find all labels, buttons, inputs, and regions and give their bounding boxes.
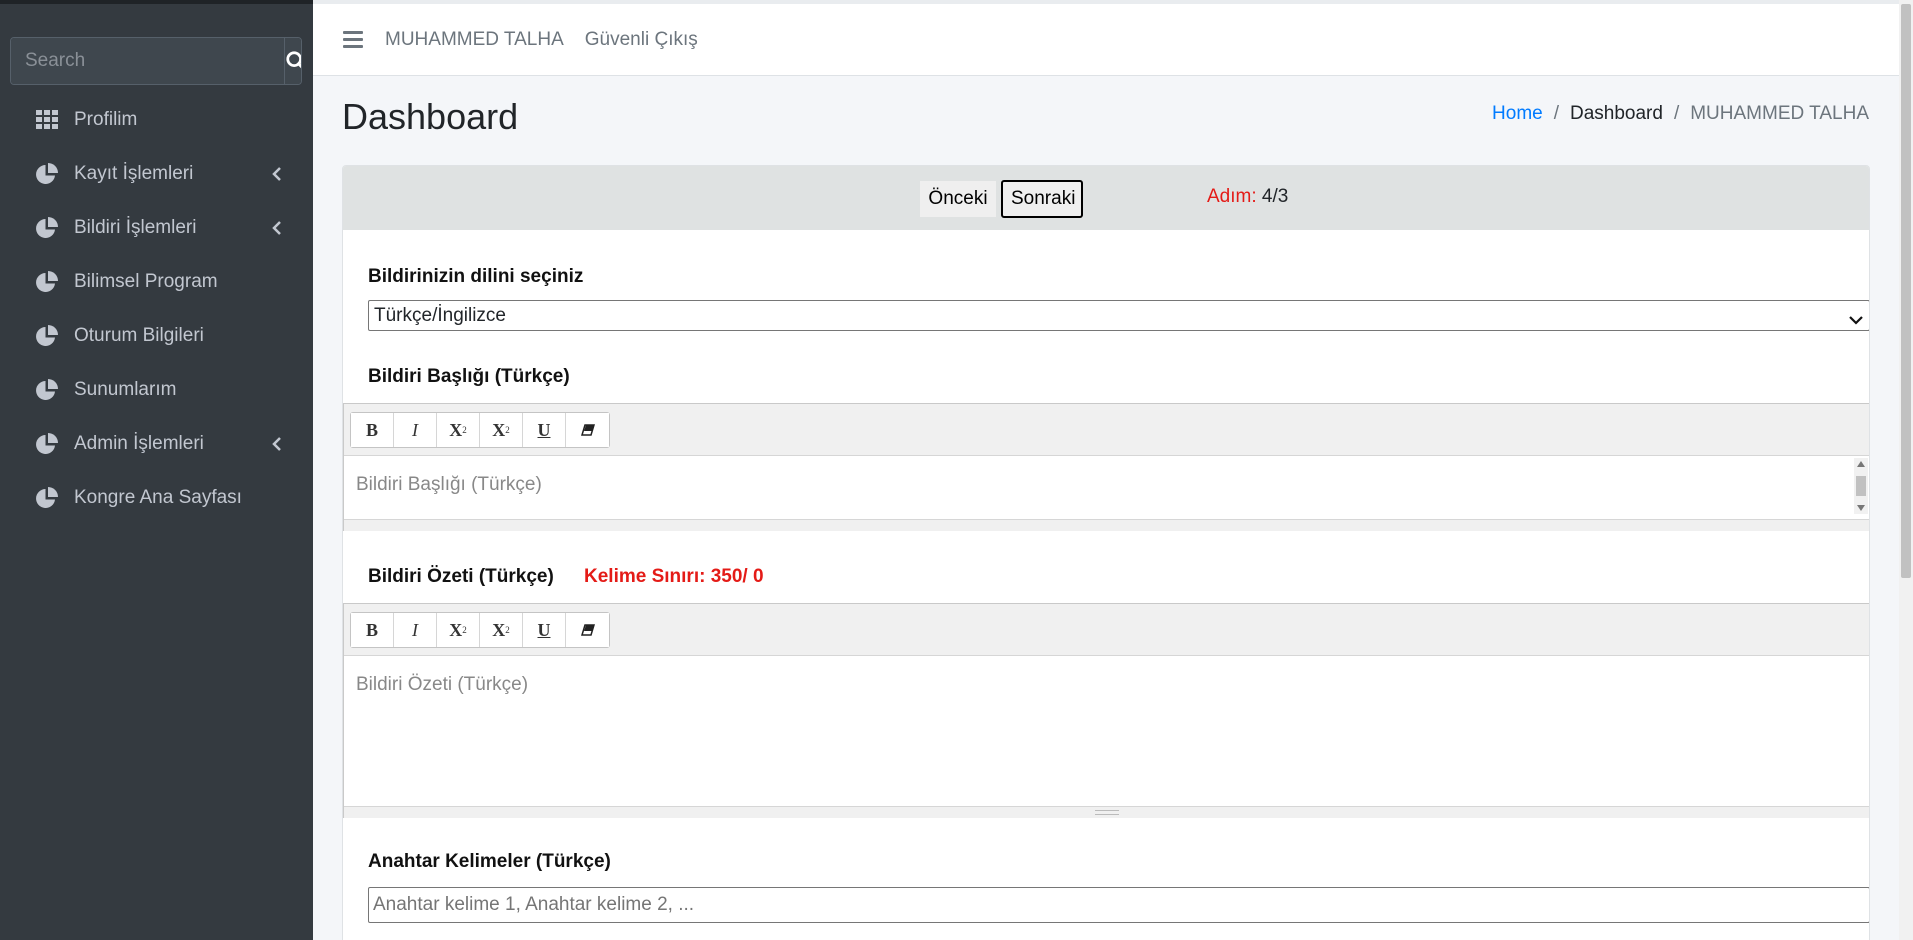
sidebar-search bbox=[10, 37, 302, 85]
underline-button[interactable]: U bbox=[523, 413, 566, 447]
step-value: 4/3 bbox=[1261, 186, 1289, 207]
breadcrumb-separator: / bbox=[1673, 103, 1680, 124]
clear-format-button[interactable] bbox=[566, 413, 609, 447]
editor-resize-bar[interactable] bbox=[344, 519, 1869, 531]
sidebar-item-kongre-ana-sayfasi[interactable]: Kongre Ana Sayfası bbox=[0, 471, 313, 525]
title-tr-editor: B I X2 X2 U Bildiri Başlığı (Türkçe) bbox=[343, 403, 1869, 531]
editor-toolbar: B I X2 X2 U bbox=[344, 404, 1869, 456]
step-indicator: Adım: 4/3 bbox=[1207, 186, 1288, 208]
sidebar-item-label: Bilimsel Program bbox=[74, 271, 218, 292]
clear-format-button[interactable] bbox=[566, 613, 609, 647]
search-icon bbox=[286, 51, 301, 69]
page-scrollbar[interactable] bbox=[1899, 0, 1913, 940]
sidebar-item-sunumlarim[interactable]: Sunumlarım bbox=[0, 363, 313, 417]
chart-pie-icon bbox=[34, 323, 60, 349]
breadcrumb-current: MUHAMMED TALHA bbox=[1690, 103, 1869, 124]
chart-pie-icon bbox=[34, 377, 60, 403]
language-select[interactable]: Türkçe/İngilizce bbox=[368, 300, 1869, 331]
sidebar-item-profilim[interactable]: Profilim bbox=[0, 93, 313, 147]
eraser-icon bbox=[580, 624, 595, 636]
sidebar-item-bildiri-islemleri[interactable]: Bildiri İşlemleri bbox=[0, 201, 313, 255]
breadcrumb-separator: / bbox=[1553, 103, 1559, 124]
subscript-button[interactable]: X2 bbox=[480, 613, 523, 647]
breadcrumb-home[interactable]: Home bbox=[1492, 103, 1543, 125]
next-step-button[interactable]: Sonraki bbox=[1001, 180, 1083, 218]
bold-button[interactable]: B bbox=[351, 413, 394, 447]
editor-resize-bar[interactable] bbox=[344, 806, 1869, 818]
sidebar-item-label: Kongre Ana Sayfası bbox=[74, 487, 242, 508]
chevron-left-icon bbox=[271, 437, 283, 451]
italic-button[interactable]: I bbox=[394, 413, 437, 447]
chart-pie-icon bbox=[34, 215, 60, 241]
editor-placeholder: Bildiri Özeti (Türkçe) bbox=[356, 674, 529, 695]
logout-link[interactable]: Güvenli Çıkış bbox=[585, 29, 698, 51]
editor-toolbar: B I X2 X2 U bbox=[344, 604, 1869, 656]
eraser-icon bbox=[580, 424, 595, 436]
grid-icon bbox=[34, 107, 60, 133]
stepper-header: Önceki Sonraki Adım: 4/3 bbox=[343, 166, 1869, 230]
chevron-down-icon bbox=[1849, 309, 1863, 331]
keywords-tr-label: Anahtar Kelimeler (Türkçe) bbox=[368, 851, 611, 872]
bold-button[interactable]: B bbox=[351, 613, 394, 647]
sidebar-top-strip bbox=[0, 0, 313, 4]
chart-pie-icon bbox=[34, 431, 60, 457]
sidebar: Profilim Kayıt İşlemleri Bildiri İşlemle… bbox=[0, 0, 313, 940]
sidebar-item-label: Sunumlarım bbox=[74, 379, 177, 400]
sidebar-item-label: Bildiri İşlemleri bbox=[74, 217, 197, 238]
sidebar-item-admin-islemleri[interactable]: Admin İşlemleri bbox=[0, 417, 313, 471]
underline-button[interactable]: U bbox=[523, 613, 566, 647]
word-limit-counter: Kelime Sınırı: 350/ 0 bbox=[584, 566, 764, 587]
previous-step-button[interactable]: Önceki bbox=[920, 181, 996, 217]
abstract-tr-label: Bildiri Özeti (Türkçe) bbox=[368, 566, 554, 587]
sidebar-item-oturum-bilgileri[interactable]: Oturum Bilgileri bbox=[0, 309, 313, 363]
hamburger-menu-icon[interactable] bbox=[343, 31, 363, 48]
abstract-tr-editor: B I X2 X2 U Bildiri Özeti (Türkçe) bbox=[343, 603, 1869, 818]
sidebar-item-label: Admin İşlemleri bbox=[74, 433, 204, 454]
superscript-button[interactable]: X2 bbox=[437, 413, 480, 447]
title-tr-textarea[interactable]: Bildiri Başlığı (Türkçe) bbox=[344, 456, 1869, 519]
abstract-tr-textarea[interactable]: Bildiri Özeti (Türkçe) bbox=[344, 656, 1869, 806]
resize-grip-icon[interactable] bbox=[1095, 810, 1119, 815]
sidebar-item-bilimsel-program[interactable]: Bilimsel Program bbox=[0, 255, 313, 309]
step-prefix: Adım: bbox=[1207, 186, 1257, 207]
italic-button[interactable]: I bbox=[394, 613, 437, 647]
breadcrumb: Home / Dashboard / MUHAMMED TALHA bbox=[1492, 103, 1869, 125]
scrollbar-thumb[interactable] bbox=[1901, 4, 1911, 578]
toolbar-button-group: B I X2 X2 U bbox=[350, 612, 610, 648]
sidebar-item-label: Kayıt İşlemleri bbox=[74, 163, 194, 184]
language-label: Bildirinizin dilini seçiniz bbox=[368, 266, 584, 287]
chevron-left-icon bbox=[271, 167, 283, 181]
editor-scrollbar[interactable] bbox=[1854, 458, 1868, 514]
subscript-button[interactable]: X2 bbox=[480, 413, 523, 447]
sidebar-item-label: Profilim bbox=[74, 109, 138, 130]
superscript-button[interactable]: X2 bbox=[437, 613, 480, 647]
chevron-left-icon bbox=[271, 221, 283, 235]
user-name-link[interactable]: MUHAMMED TALHA bbox=[385, 29, 564, 51]
submission-form-card: Önceki Sonraki Adım: 4/3 Bildirinizin di… bbox=[342, 165, 1870, 940]
breadcrumb-dashboard[interactable]: Dashboard bbox=[1570, 103, 1663, 125]
search-button[interactable] bbox=[284, 38, 301, 84]
title-tr-label: Bildiri Başlığı (Türkçe) bbox=[368, 366, 570, 387]
search-input[interactable] bbox=[11, 38, 284, 84]
sidebar-item-kayit-islemleri[interactable]: Kayıt İşlemleri bbox=[0, 147, 313, 201]
chart-pie-icon bbox=[34, 161, 60, 187]
keywords-tr-input[interactable] bbox=[368, 887, 1869, 923]
language-selected-value: Türkçe/İngilizce bbox=[374, 304, 506, 326]
sidebar-item-label: Oturum Bilgileri bbox=[74, 325, 204, 346]
editor-placeholder: Bildiri Başlığı (Türkçe) bbox=[356, 474, 542, 495]
toolbar-button-group: B I X2 X2 U bbox=[350, 412, 610, 448]
page-title: Dashboard bbox=[342, 96, 519, 137]
top-navbar: MUHAMMED TALHA Güvenli Çıkış bbox=[313, 0, 1913, 76]
chart-pie-icon bbox=[34, 485, 60, 511]
sidebar-nav: Profilim Kayıt İşlemleri Bildiri İşlemle… bbox=[0, 93, 313, 525]
chart-pie-icon bbox=[34, 269, 60, 295]
